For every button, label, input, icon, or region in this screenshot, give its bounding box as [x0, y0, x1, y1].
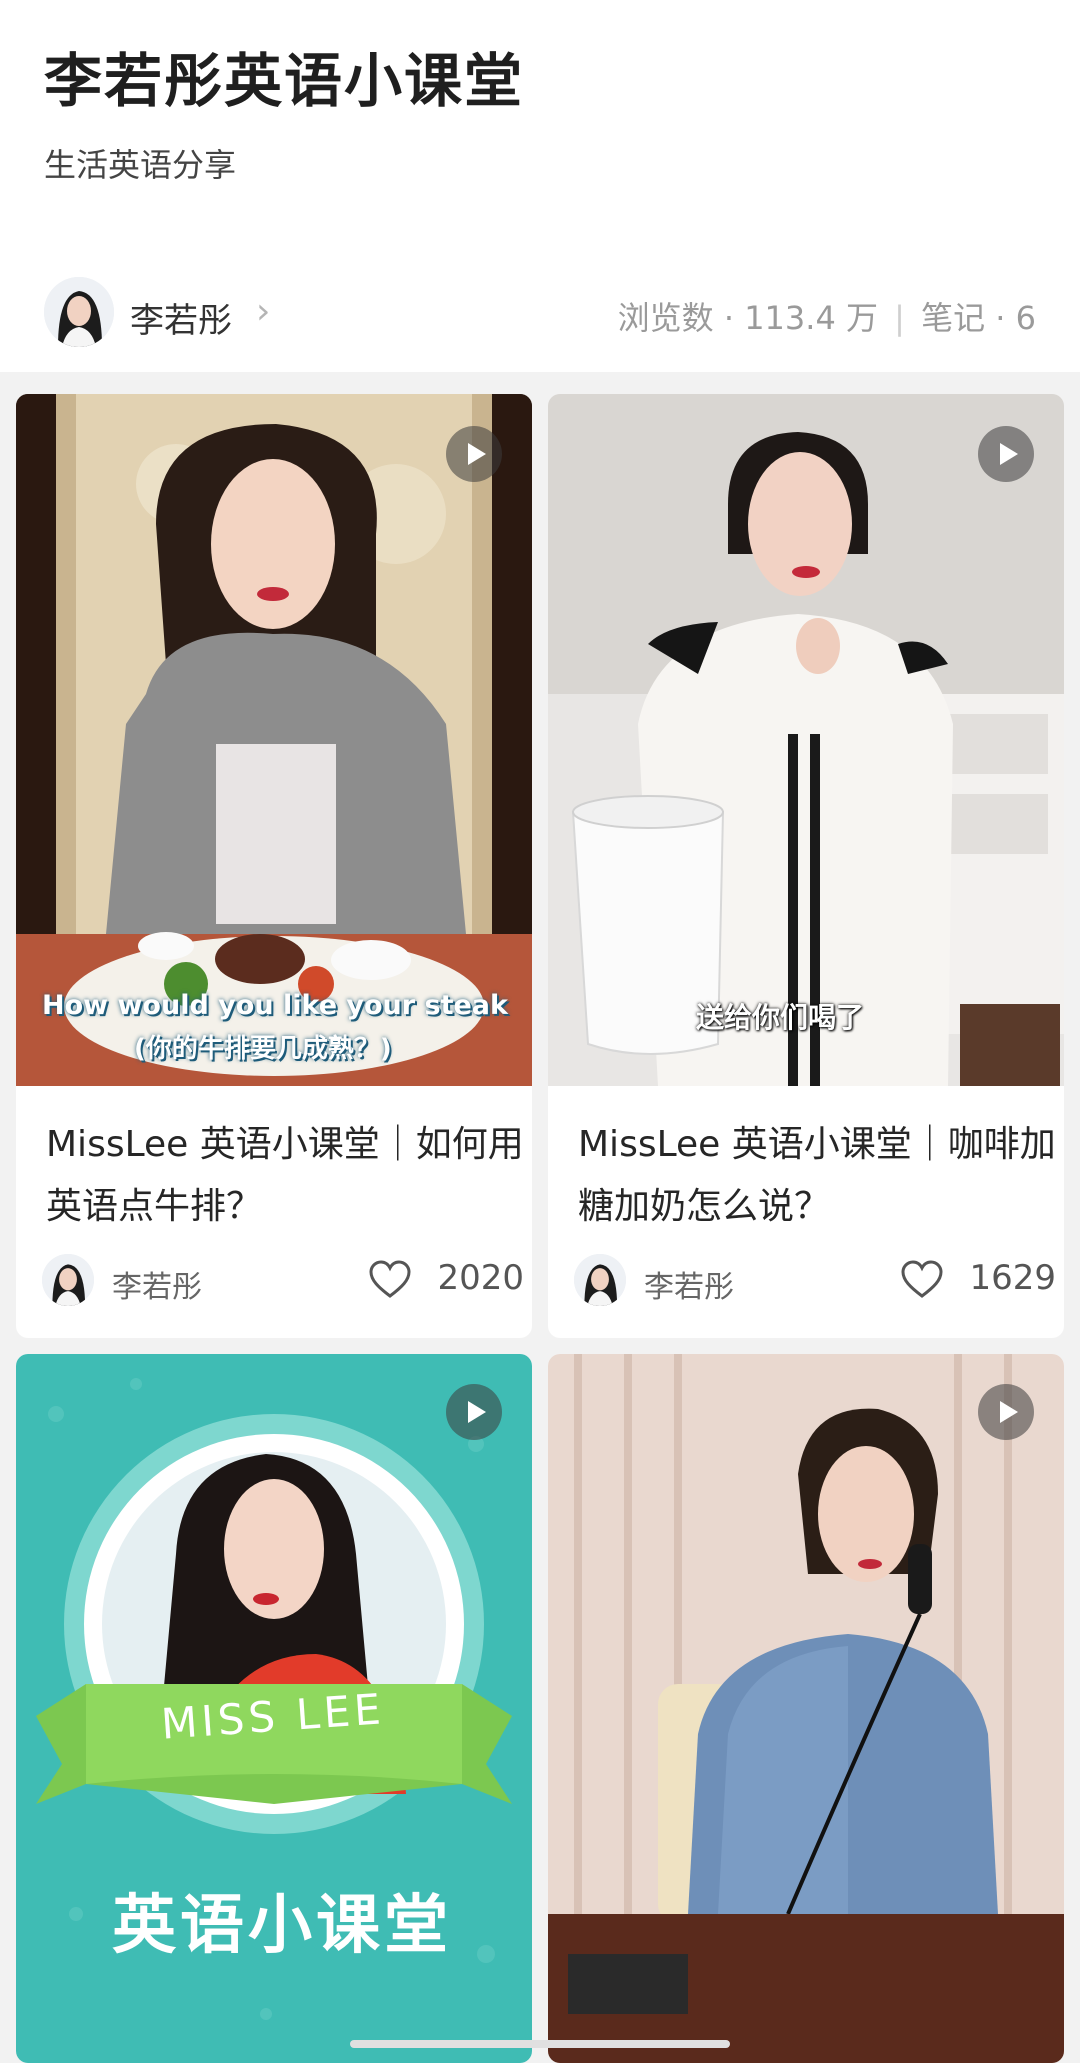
author-name[interactable]: 李若彤	[130, 293, 232, 342]
play-icon	[1000, 1401, 1018, 1423]
stat-dot: ·	[995, 299, 1006, 337]
like-count: 1629	[969, 1258, 1056, 1298]
video-thumbnail[interactable]	[548, 1354, 1064, 2063]
views-label: 浏览数	[617, 299, 714, 337]
profile-stats: 浏览数 · 113.4 万 | 笔记 · 6	[618, 293, 1036, 339]
avatar[interactable]	[574, 1254, 626, 1306]
play-icon	[468, 1401, 486, 1423]
video-caption-cn: 送给你们喝了	[696, 1001, 865, 1034]
avatar[interactable]	[42, 1254, 94, 1306]
play-icon	[468, 443, 486, 465]
scroll-indicator[interactable]	[350, 2040, 730, 2048]
notes-value: 6	[1015, 299, 1036, 337]
play-button[interactable]	[978, 426, 1034, 482]
card-footer: 李若彤 2020	[42, 1252, 524, 1308]
card-title[interactable]: MissLee 英语小课堂｜咖啡加糖加奶怎么说？	[578, 1114, 1058, 1238]
card-footer: 李若彤 1629	[574, 1252, 1056, 1308]
heart-icon[interactable]	[368, 1260, 412, 1300]
video-thumbnail[interactable]: How would you like your steak (你的牛排要几成熟？…	[16, 394, 532, 1086]
play-button[interactable]	[446, 426, 502, 482]
video-caption-cn: (你的牛排要几成熟？)	[134, 1034, 392, 1064]
author-row[interactable]: 李若彤 › 浏览数 · 113.4 万 | 笔记 · 6	[44, 275, 1044, 349]
page-title: 李若彤英语小课堂	[44, 47, 525, 115]
card-title[interactable]: MissLee 英语小课堂｜如何用英语点牛排？	[46, 1114, 526, 1238]
heart-icon[interactable]	[900, 1260, 944, 1300]
note-card[interactable]	[548, 1354, 1064, 2063]
play-button[interactable]	[978, 1384, 1034, 1440]
card-author[interactable]: 李若彤	[112, 1262, 202, 1306]
play-button[interactable]	[446, 1384, 502, 1440]
chevron-right-icon[interactable]: ›	[256, 291, 270, 332]
stat-dot: ·	[723, 299, 735, 337]
notes-label: 笔记	[921, 299, 986, 337]
page-subtitle: 生活英语分享	[44, 146, 237, 184]
video-thumbnail[interactable]: 送给你们喝了	[548, 394, 1064, 1086]
note-card[interactable]: MISS LEE 英语小课堂	[16, 1354, 532, 2063]
note-card[interactable]: How would you like your steak (你的牛排要几成熟？…	[16, 394, 532, 1338]
card-author[interactable]: 李若彤	[644, 1262, 734, 1306]
note-card[interactable]: 送给你们喝了 MissLee 英语小课堂｜咖啡加糖加奶怎么说？ 李若彤 1629	[548, 394, 1064, 1338]
stat-separator: |	[894, 299, 905, 337]
play-icon	[1000, 443, 1018, 465]
avatar[interactable]	[44, 277, 114, 347]
like-count: 2020	[437, 1258, 524, 1298]
profile-header: 李若彤英语小课堂 生活英语分享 李若彤 › 浏览数 · 113.4 万 | 笔记…	[0, 0, 1080, 372]
views-value: 113.4 万	[744, 299, 878, 337]
video-caption-en: How would you like your steak	[42, 990, 508, 1021]
video-thumbnail[interactable]: MISS LEE 英语小课堂	[16, 1354, 532, 2063]
cover-big-text: 英语小课堂	[112, 1889, 452, 1963]
